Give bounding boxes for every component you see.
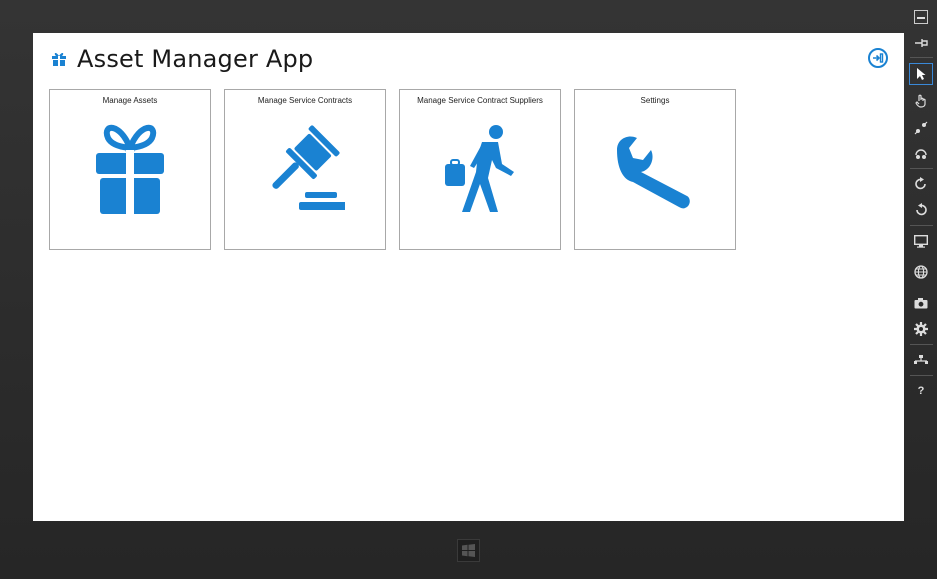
gift-icon bbox=[52, 52, 66, 66]
globe-icon bbox=[914, 265, 928, 279]
tile-label: Settings bbox=[640, 96, 670, 105]
rotate-clockwise-button[interactable] bbox=[909, 173, 933, 195]
toolbar-separator bbox=[910, 225, 933, 226]
monitor-icon bbox=[914, 234, 928, 248]
pin-button[interactable] bbox=[909, 32, 933, 54]
windows-button[interactable] bbox=[457, 539, 480, 562]
pinch-icon bbox=[914, 121, 928, 135]
tile-grid: Manage Assets Manage Service Contracts M… bbox=[49, 89, 749, 250]
app-header: Asset Manager App bbox=[51, 45, 313, 73]
help-button[interactable]: ? bbox=[909, 380, 933, 402]
minimize-icon bbox=[914, 10, 928, 24]
pointer-icon bbox=[917, 68, 926, 80]
rotate-counterclockwise-button[interactable] bbox=[909, 199, 933, 221]
wrench-icon bbox=[617, 136, 690, 209]
network-icon bbox=[914, 355, 928, 364]
rotation-touch-button[interactable] bbox=[909, 143, 933, 165]
screenshot-button[interactable] bbox=[909, 292, 933, 314]
page-title: Asset Manager App bbox=[77, 45, 314, 73]
toolbar-separator bbox=[910, 168, 933, 169]
tile-manage-assets[interactable]: Manage Assets bbox=[49, 89, 211, 250]
pin-icon bbox=[915, 39, 928, 47]
resolution-button[interactable] bbox=[909, 230, 933, 252]
location-button[interactable] bbox=[909, 261, 933, 283]
tile-manage-service-contracts[interactable]: Manage Service Contracts bbox=[224, 89, 386, 250]
windows-icon bbox=[462, 544, 475, 557]
tile-label: Manage Service Contracts bbox=[257, 96, 353, 105]
mouse-mode-button[interactable] bbox=[909, 63, 933, 85]
gift-icon bbox=[94, 125, 166, 214]
gear-icon bbox=[914, 322, 928, 336]
tile-manage-service-contract-suppliers[interactable]: Manage Service Contract Suppliers bbox=[399, 89, 561, 250]
simulator-toolbar: ? bbox=[906, 0, 937, 579]
app-screen: Asset Manager App Manage Assets Manage S… bbox=[33, 33, 904, 521]
tile-label: Manage Service Contract Suppliers bbox=[417, 96, 543, 105]
settings-button[interactable] bbox=[909, 318, 933, 340]
sign-out-icon bbox=[873, 53, 884, 63]
hand-icon bbox=[915, 94, 926, 108]
tile-label: Manage Assets bbox=[102, 96, 158, 105]
network-button[interactable] bbox=[909, 349, 933, 371]
pinch-zoom-button[interactable] bbox=[909, 117, 933, 139]
tile-settings[interactable]: Settings bbox=[574, 89, 736, 250]
rotate-touch-icon bbox=[915, 149, 927, 159]
help-icon: ? bbox=[917, 385, 925, 397]
toolbar-separator bbox=[910, 344, 933, 345]
toolbar-separator bbox=[910, 375, 933, 376]
toolbar-separator bbox=[910, 57, 933, 58]
gavel-icon bbox=[272, 125, 345, 210]
simulator-frame: Asset Manager App Manage Assets Manage S… bbox=[0, 0, 937, 579]
sign-out-button[interactable] bbox=[868, 48, 888, 68]
minimize-button[interactable] bbox=[909, 6, 933, 28]
walking-person-icon bbox=[445, 125, 514, 212]
touch-mode-button[interactable] bbox=[909, 90, 933, 112]
camera-icon bbox=[914, 298, 928, 309]
rotate-counterclockwise-icon bbox=[916, 203, 927, 216]
rotate-clockwise-icon bbox=[915, 177, 926, 190]
